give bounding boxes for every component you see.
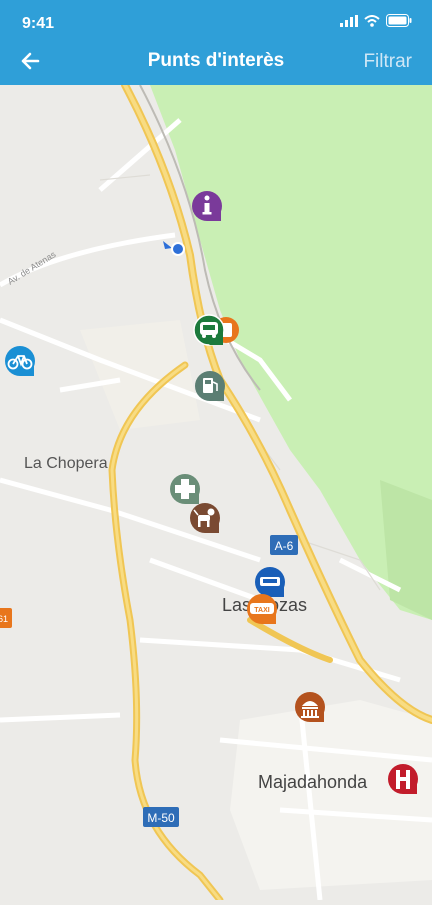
svg-text:M-50: M-50 [147, 811, 175, 825]
poi-bicycle[interactable] [5, 346, 35, 376]
taxi-icon: TAXI [250, 603, 274, 614]
map-canvas[interactable]: Av. de Atenas La Chopera Las Rozas Majad… [0, 81, 432, 904]
signal-icon [340, 14, 358, 27]
place-label-majadahonda: Majadahonda [258, 772, 368, 792]
parking-icon [260, 577, 280, 586]
svg-text:A-6: A-6 [275, 539, 294, 553]
poi-parking[interactable] [255, 567, 285, 597]
road-shield-m50: M-50 [143, 807, 179, 827]
status-icons [340, 14, 412, 27]
poi-hospital[interactable] [388, 764, 418, 794]
edge-marker: 61 [0, 608, 12, 628]
poi-bus[interactable] [193, 314, 239, 346]
poi-pets[interactable] [190, 503, 220, 533]
filter-button[interactable]: Filtrar [363, 51, 412, 73]
poi-info[interactable] [192, 191, 222, 221]
map-view[interactable]: Av. de Atenas La Chopera Las Rozas Majad… [0, 81, 432, 904]
svg-text:TAXI: TAXI [254, 607, 269, 614]
wifi-icon [364, 14, 380, 27]
status-time: 9:41 [22, 15, 55, 32]
poi-fuel[interactable] [195, 371, 225, 401]
poi-monument[interactable] [295, 692, 325, 722]
poi-taxi[interactable]: TAXI [247, 594, 277, 624]
poi-pharmacy[interactable] [170, 474, 200, 504]
urban-area [230, 700, 432, 890]
battery-icon [386, 14, 412, 27]
svg-text:61: 61 [0, 614, 8, 624]
place-label-la-chopera: La Chopera [24, 455, 108, 472]
road-shield-a6: A-6 [270, 535, 298, 555]
app-header: 9:41 Punts d'interès Filtrar [0, 0, 432, 85]
